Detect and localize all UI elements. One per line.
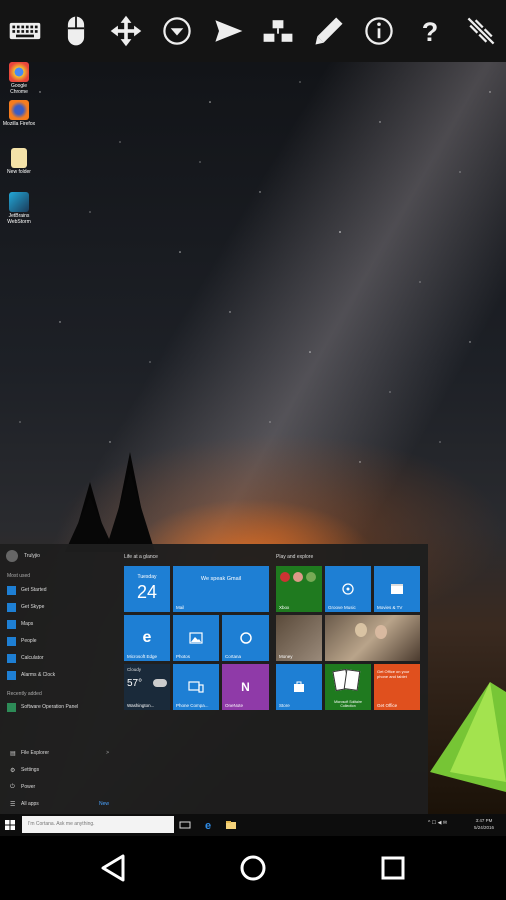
avatar xyxy=(6,550,18,562)
firefox-icon xyxy=(9,100,29,120)
settings-button[interactable]: ⚙ Settings xyxy=(7,764,109,776)
remote-toolbar: ? xyxy=(0,0,506,62)
group-title-play: Play and explore xyxy=(276,554,314,560)
tile-store[interactable]: Store xyxy=(276,664,322,710)
tile-xbox[interactable]: Xbox xyxy=(276,566,322,612)
cloud-icon xyxy=(153,679,167,687)
send-icon[interactable] xyxy=(204,7,252,55)
tile-weather[interactable]: Cloudy 57° Washington... xyxy=(124,664,170,710)
recents-icon[interactable] xyxy=(375,850,411,886)
desktop-icon-webstorm[interactable]: JetBrains WebStorm xyxy=(2,192,36,225)
dropdown-circle-icon[interactable] xyxy=(153,7,201,55)
start-button[interactable] xyxy=(0,814,20,836)
chrome-icon xyxy=(9,62,29,82)
task-view-icon[interactable] xyxy=(178,818,192,832)
disconnect-icon[interactable] xyxy=(457,7,505,55)
cortana-search-input[interactable]: I'm Cortana. Ask me anything. xyxy=(22,816,174,833)
remote-desktop-screen: ? Google Chrome Mozilla Firefox New fold… xyxy=(0,0,506,900)
tile-news[interactable] xyxy=(325,615,420,661)
tile-photos[interactable]: Photos xyxy=(173,615,219,661)
app-get-started[interactable]: Get Started xyxy=(7,584,47,596)
app-calculator[interactable]: Calculator xyxy=(7,652,44,664)
tree-silhouettes xyxy=(65,452,155,552)
desktop-icon-new-folder[interactable]: New folder xyxy=(2,148,36,175)
tile-money[interactable]: Money xyxy=(276,615,322,661)
file-explorer-button[interactable]: ▤ File Explorer > xyxy=(7,747,109,759)
tile-movies-tv[interactable]: Movies & TV xyxy=(374,566,420,612)
all-apps-button[interactable]: ☰ All apps New xyxy=(7,798,109,810)
tile-get-office[interactable]: Get Office on your phone and tablet Get … xyxy=(374,664,420,710)
tile-mail[interactable]: We speak Gmail Mail xyxy=(173,566,269,612)
network-icon[interactable] xyxy=(254,7,302,55)
windows-taskbar: I'm Cortana. Ask me anything. e ^ ☐ ◀ ✉ … xyxy=(0,814,506,836)
tile-calendar[interactable]: Tuesday 24 xyxy=(124,566,170,612)
mouse-icon[interactable] xyxy=(52,7,100,55)
svg-text:?: ? xyxy=(422,17,439,47)
app-people[interactable]: People xyxy=(7,635,37,647)
app-software-operation-panel[interactable]: Software Operation Panel xyxy=(7,701,78,713)
taskbar-clock[interactable]: 3:47 PM 5/24/2016 xyxy=(474,817,494,831)
user-account[interactable]: Trulyjio xyxy=(6,550,40,562)
windows-logo-icon xyxy=(5,820,15,830)
tile-phone-companion[interactable]: Phone Compa... xyxy=(173,664,219,710)
android-navigation-bar xyxy=(0,836,506,900)
webstorm-icon xyxy=(9,192,29,212)
start-menu: Trulyjio Most used Get Started Get Skype… xyxy=(0,544,428,814)
group-title-life: Life at a glance xyxy=(124,554,158,560)
app-get-skype[interactable]: Get Skype xyxy=(7,601,44,613)
info-icon[interactable] xyxy=(355,7,403,55)
tile-onenote[interactable]: N OneNote xyxy=(222,664,269,710)
app-alarms-clock[interactable]: Alarms & Clock xyxy=(7,669,55,681)
folder-icon xyxy=(11,148,27,168)
system-tray[interactable]: ^ ☐ ◀ ✉ xyxy=(428,820,447,826)
help-icon[interactable]: ? xyxy=(406,7,454,55)
move-arrows-icon[interactable] xyxy=(102,7,150,55)
edge-taskbar-icon[interactable]: e xyxy=(201,818,215,832)
tile-cortana[interactable]: Cortana xyxy=(222,615,269,661)
file-explorer-taskbar-icon[interactable] xyxy=(224,818,238,832)
desktop-icon-firefox[interactable]: Mozilla Firefox xyxy=(2,100,36,127)
tent-glow xyxy=(430,682,506,792)
tile-solitaire[interactable]: Microsoft Solitaire Collection xyxy=(325,664,371,710)
pencil-icon[interactable] xyxy=(305,7,353,55)
back-icon[interactable] xyxy=(96,850,132,886)
desktop-icon-chrome[interactable]: Google Chrome xyxy=(2,62,36,95)
start-menu-left-pane: Trulyjio Most used Get Started Get Skype… xyxy=(0,544,118,814)
home-icon[interactable] xyxy=(235,850,271,886)
power-button[interactable]: ⏻ Power xyxy=(7,781,109,793)
most-used-heading: Most used xyxy=(7,573,31,579)
tile-microsoft-edge[interactable]: e Microsoft Edge xyxy=(124,615,170,661)
app-maps[interactable]: Maps xyxy=(7,618,33,630)
svg-text:e: e xyxy=(205,820,211,832)
recently-added-heading: Recently added xyxy=(7,691,42,697)
keyboard-icon[interactable] xyxy=(1,7,49,55)
tile-groove-music[interactable]: Groove Music xyxy=(325,566,371,612)
